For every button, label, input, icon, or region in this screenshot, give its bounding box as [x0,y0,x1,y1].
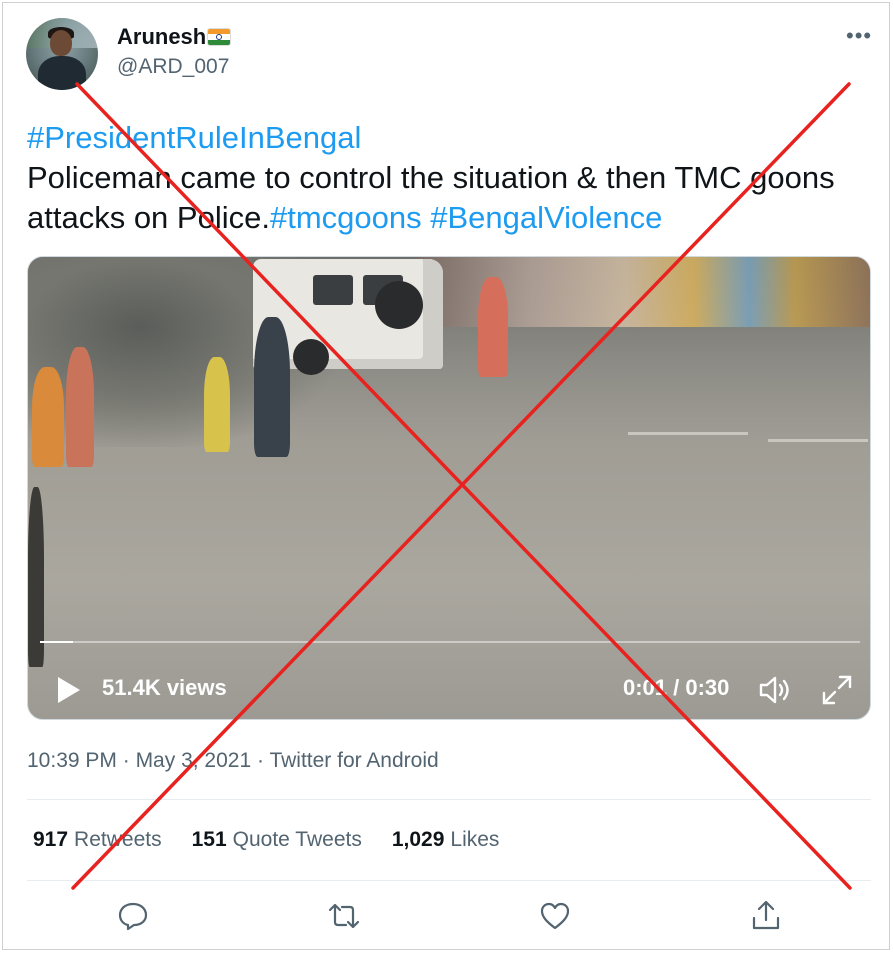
video-scene-road-line [628,432,748,435]
divider [27,880,871,881]
stat-count: 1,029 [391,828,445,851]
author-name-row[interactable]: Arunesh [117,24,231,50]
hashtag-link[interactable]: #tmcgoons [270,200,422,235]
video-time: 0:01 / 0:30 [623,675,730,700]
stat-label: Likes [450,828,500,851]
volume-icon[interactable] [758,673,794,707]
fullscreen-icon[interactable] [820,673,854,707]
meta-separator: · [116,749,136,772]
retweets-stat[interactable]: 917 Retweets [33,828,162,852]
play-icon[interactable] [56,675,82,705]
stat-label: Retweets [74,828,162,851]
avatar[interactable] [26,18,98,90]
divider [27,799,871,800]
tweet-actions [0,898,894,938]
share-icon[interactable] [748,898,784,934]
hashtag-link[interactable]: #BengalViolence [430,200,662,235]
reply-icon[interactable] [115,898,151,934]
video-progress-bar[interactable] [40,641,860,643]
video-progress-fill [40,641,73,643]
video-scene-person [478,277,508,377]
stat-count: 917 [33,828,69,851]
author-handle[interactable]: @ARD_007 [117,55,229,79]
hashtag-link[interactable]: #PresidentRuleInBengal [27,120,361,155]
quote-tweets-stat[interactable]: 151 Quote Tweets [192,828,362,852]
author-name[interactable]: Arunesh [117,24,206,50]
tweet-text: #PresidentRuleInBengal Policeman came to… [27,118,877,238]
video-scene-person [32,367,64,467]
video-scene-person [204,357,230,452]
video-scene-person [28,487,44,667]
tweet-source[interactable]: Twitter for Android [269,749,438,772]
tweet-time[interactable]: 10:39 PM [27,749,117,772]
meta-separator: · [251,749,270,772]
video-scene-person [66,347,94,467]
video-scene-road-line [768,439,868,442]
video-scene-person [254,317,290,457]
more-options-button[interactable]: ••• [846,25,872,47]
video-player[interactable]: 51.4K views 0:01 / 0:30 [27,256,871,720]
tweet-stats: 917 Retweets 151 Quote Tweets 1,029 Likes [33,828,499,852]
india-flag-icon [208,29,231,45]
stat-count: 151 [191,828,227,851]
stat-label: Quote Tweets [232,828,362,851]
tweet-meta: 10:39 PM · May 3, 2021 · Twitter for And… [27,749,439,773]
tweet-date[interactable]: May 3, 2021 [136,749,252,772]
likes-stat[interactable]: 1,029 Likes [392,828,500,852]
retweet-icon[interactable] [326,898,362,934]
video-views: 51.4K views [102,675,227,700]
like-icon[interactable] [537,898,573,934]
